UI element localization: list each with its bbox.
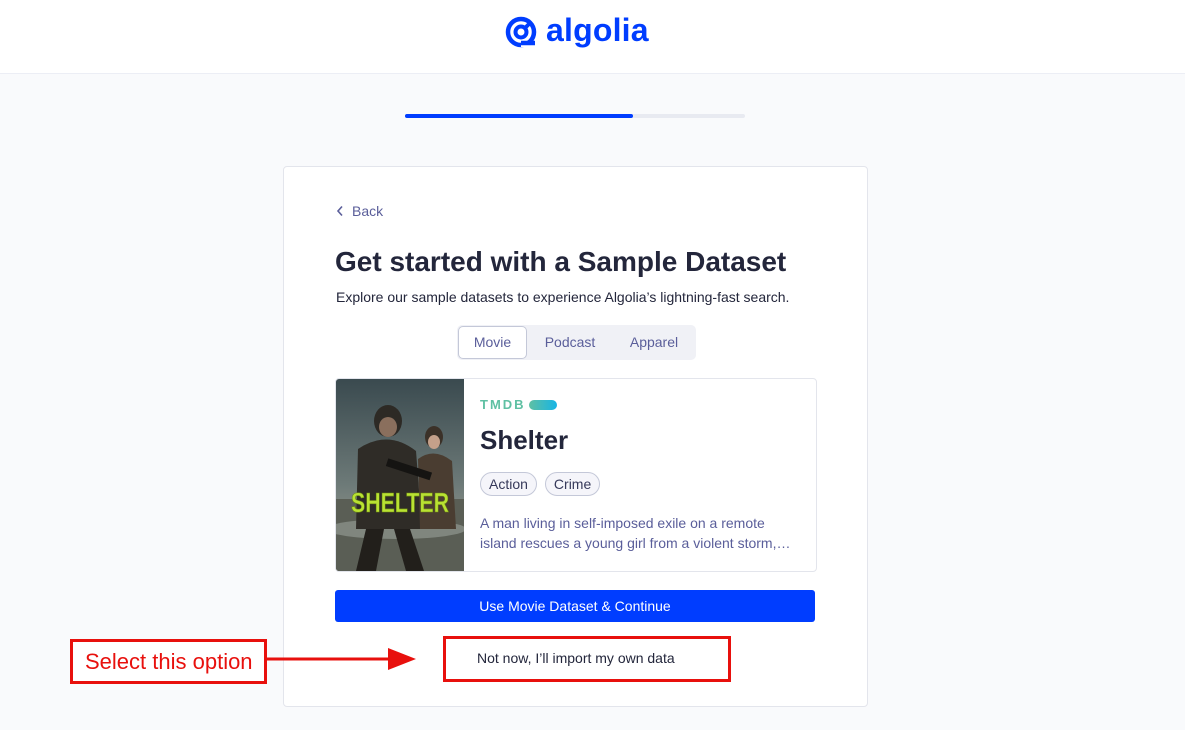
movie-description-line: A man living in self-imposed exile on a … (480, 515, 765, 531)
tmdb-label: TMDB (480, 397, 526, 412)
progress-fill (405, 114, 633, 118)
movie-description: A man living in self-imposed exile on a … (480, 513, 800, 553)
onboarding-progress-bar (405, 114, 745, 118)
page-title: Get started with a Sample Dataset (335, 246, 787, 277)
dataset-tabs: Movie Podcast Apparel (457, 325, 696, 360)
tmdb-badge: TMDB (480, 397, 557, 412)
tab-podcast[interactable]: Podcast (531, 327, 609, 358)
tmdb-logo-pill (528, 399, 557, 410)
tab-movie[interactable]: Movie (459, 327, 526, 358)
genre-tags: Action Crime (480, 472, 601, 496)
movie-preview-card: SHELTER TMDB Shelter Action Crime A man … (335, 378, 817, 572)
sample-dataset-card: Back Get started with a Sample Dataset E… (283, 166, 868, 707)
movie-poster: SHELTER (336, 379, 464, 571)
movie-description-line: island rescues a young girl from a viole… (480, 535, 791, 551)
genre-tag: Crime (544, 472, 601, 496)
back-link[interactable]: Back (336, 202, 383, 220)
tab-apparel[interactable]: Apparel (615, 327, 693, 358)
use-movie-dataset-button[interactable]: Use Movie Dataset & Continue (335, 590, 815, 622)
movie-poster-image: SHELTER (336, 379, 464, 571)
logo-text: algolia (546, 12, 649, 48)
chevron-left-icon (336, 205, 343, 217)
poster-title-text: SHELTER (351, 487, 449, 518)
back-label: Back (352, 203, 384, 219)
annotation-callout: Select this option (70, 639, 267, 684)
top-bar: algolia (0, 0, 1185, 74)
algolia-logo[interactable]: algolia (504, 12, 649, 50)
movie-title: Shelter (480, 425, 569, 455)
page-subtitle: Explore our sample datasets to experienc… (336, 289, 790, 305)
genre-tag: Action (480, 472, 537, 496)
import-own-data-link[interactable]: Not now, I’ll import my own data (477, 650, 675, 666)
algolia-logo-icon (505, 16, 537, 48)
annotation-arrow-icon (266, 648, 416, 670)
